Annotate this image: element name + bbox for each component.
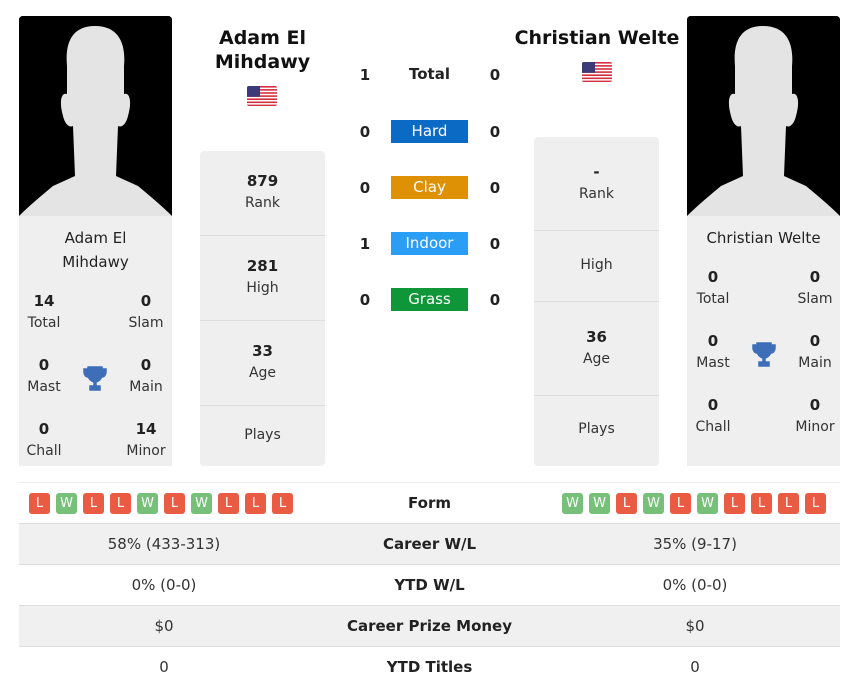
form-loss-badge[interactable]: L bbox=[616, 493, 637, 514]
player2-plays: Plays bbox=[578, 421, 615, 437]
player1-photo bbox=[19, 16, 172, 216]
form-loss-badge[interactable]: L bbox=[724, 493, 745, 514]
h2h-grass: 0 Grass 0 bbox=[359, 288, 501, 311]
player2-form: WWLWLWLLLL bbox=[562, 483, 852, 514]
form-loss-badge[interactable]: L bbox=[83, 493, 104, 514]
silhouette-icon bbox=[19, 16, 172, 216]
us-flag-icon bbox=[582, 62, 612, 82]
player1-titles: 14 Total 0 Slam 0 Mast 0 Main 0 Chall 14 Minor bbox=[19, 290, 172, 466]
player2-rank: - Rank bbox=[534, 137, 659, 231]
us-flag-icon bbox=[247, 86, 277, 106]
surface-clay-badge[interactable]: Clay bbox=[391, 176, 468, 199]
ytd-titles-label: YTD Titles bbox=[386, 658, 473, 676]
player1-rank: 879 Rank bbox=[200, 151, 325, 236]
player2-name: Christian Welte bbox=[706, 229, 821, 247]
player2-photo bbox=[687, 16, 840, 216]
h2h-total: 1 Total 0 bbox=[359, 65, 501, 84]
ytd-wl-row: 0% (0-0) YTD W/L 0% (0-0) bbox=[19, 564, 840, 605]
form-loss-badge[interactable]: L bbox=[751, 493, 772, 514]
player2-career-wl: 35% (9-17) bbox=[653, 535, 737, 553]
player2-title[interactable]: Christian Welte bbox=[505, 26, 689, 50]
form-loss-badge[interactable]: L bbox=[805, 493, 826, 514]
player1-title-line1[interactable]: Adam El bbox=[200, 26, 325, 50]
surface-hard-badge[interactable]: Hard bbox=[391, 120, 468, 143]
form-win-badge[interactable]: W bbox=[562, 493, 583, 514]
player1-titles-total: 14 Total bbox=[27, 292, 61, 331]
form-win-badge[interactable]: W bbox=[589, 493, 610, 514]
player1-title[interactable]: Adam El Mihdawy bbox=[200, 26, 325, 74]
player1-title-line2[interactable]: Mihdawy bbox=[200, 50, 325, 74]
form-win-badge[interactable]: W bbox=[56, 493, 77, 514]
player2-titles-total: 0 Total bbox=[696, 268, 730, 307]
player1-ytd-titles: 0 bbox=[159, 658, 169, 676]
player1-career-wl: 58% (433-313) bbox=[107, 535, 221, 553]
player2-career-prize: $0 bbox=[685, 617, 705, 635]
player2-titles-slam: 0 Slam bbox=[797, 268, 833, 307]
career-prize-label: Career Prize Money bbox=[346, 617, 512, 635]
player2-info: - Rank High 36 Age Plays bbox=[534, 137, 659, 466]
career-wl-label: Career W/L bbox=[382, 535, 477, 553]
silhouette-icon bbox=[687, 16, 840, 216]
ytd-titles-row: 0 YTD Titles 0 bbox=[19, 646, 840, 687]
player1-titles-minor: 14 Minor bbox=[126, 420, 166, 459]
player2-titles: 0 Total 0 Slam 0 Mast 0 Main 0 Chall 0 Minor bbox=[687, 266, 840, 442]
player2-age: 36 Age bbox=[534, 302, 659, 396]
player1-name-line2: Mihdawy bbox=[62, 253, 129, 271]
player1-high: 281 High bbox=[200, 236, 325, 321]
form-win-badge[interactable]: W bbox=[137, 493, 158, 514]
player2-titles-main: 0 Main bbox=[798, 332, 832, 371]
player1-name: Adam El Mihdawy bbox=[19, 226, 172, 274]
form-loss-badge[interactable]: L bbox=[29, 493, 50, 514]
player1-titles-slam: 0 Slam bbox=[128, 292, 164, 331]
form-loss-badge[interactable]: L bbox=[778, 493, 799, 514]
form-win-badge[interactable]: W bbox=[191, 493, 212, 514]
surface-grass-badge[interactable]: Grass bbox=[391, 288, 468, 311]
form-loss-badge[interactable]: L bbox=[164, 493, 185, 514]
player1-titles-main: 0 Main bbox=[129, 356, 163, 395]
trophy-icon bbox=[83, 366, 107, 391]
form-win-badge[interactable]: W bbox=[697, 493, 718, 514]
form-label: Form bbox=[408, 494, 451, 512]
form-loss-badge[interactable]: L bbox=[218, 493, 239, 514]
player1-form: LWLLWLWLLL bbox=[29, 483, 319, 514]
form-loss-badge[interactable]: L bbox=[245, 493, 266, 514]
player1-plays: Plays bbox=[244, 427, 281, 443]
player1-ytd-wl: 0% (0-0) bbox=[131, 576, 197, 594]
player1-name-line1: Adam El bbox=[64, 229, 127, 247]
ytd-wl-label: YTD W/L bbox=[394, 576, 465, 594]
player2-ytd-wl: 0% (0-0) bbox=[662, 576, 728, 594]
player2-titles-minor: 0 Minor bbox=[795, 396, 835, 435]
h2h-clay: 0 Clay 0 bbox=[359, 176, 501, 199]
form-loss-badge[interactable]: L bbox=[670, 493, 691, 514]
form-loss-badge[interactable]: L bbox=[272, 493, 293, 514]
player1-age: 33 Age bbox=[200, 321, 325, 406]
form-loss-badge[interactable]: L bbox=[110, 493, 131, 514]
h2h-hard: 0 Hard 0 bbox=[359, 120, 501, 143]
player2-high: High bbox=[534, 231, 659, 302]
career-wl-row: 58% (433-313) Career W/L 35% (9-17) bbox=[19, 523, 840, 564]
career-prize-row: $0 Career Prize Money $0 bbox=[19, 605, 840, 646]
player2-titles-mast: 0 Mast bbox=[696, 332, 730, 371]
form-win-badge[interactable]: W bbox=[643, 493, 664, 514]
player1-career-prize: $0 bbox=[154, 617, 174, 635]
h2h-indoor: 1 Indoor 0 bbox=[359, 232, 501, 255]
player2-ytd-titles: 0 bbox=[690, 658, 700, 676]
form-row: LWLLWLWLLL Form WWLWLWLLLL bbox=[19, 482, 840, 523]
trophy-icon bbox=[752, 342, 776, 367]
player1-info: 879 Rank 281 High 33 Age Plays bbox=[200, 151, 325, 466]
player1-titles-chall: 0 Chall bbox=[26, 420, 62, 459]
player2-titles-chall: 0 Chall bbox=[695, 396, 731, 435]
player1-titles-mast: 0 Mast bbox=[27, 356, 61, 395]
surface-indoor-badge[interactable]: Indoor bbox=[391, 232, 468, 255]
